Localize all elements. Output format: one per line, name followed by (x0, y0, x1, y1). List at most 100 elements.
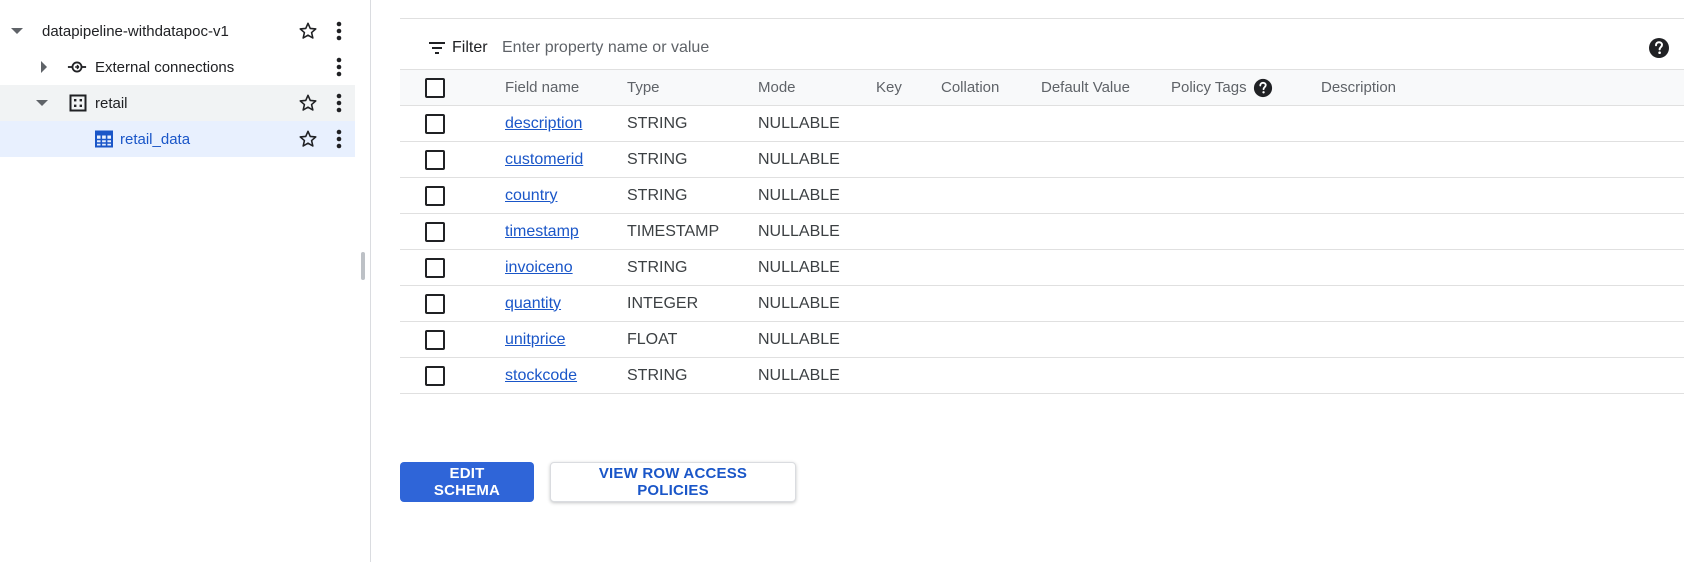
field-key (876, 105, 941, 142)
filter-label: Filter (452, 39, 488, 56)
field-policy-tags (1171, 285, 1321, 322)
field-mode: NULLABLE (758, 249, 876, 286)
row-checkbox[interactable] (425, 257, 445, 278)
column-header-policy-tags[interactable]: Policy Tags (1171, 78, 1247, 95)
more-vert-icon[interactable] (328, 20, 350, 42)
edit-schema-button[interactable]: EDIT SCHEMA (400, 462, 534, 502)
table-row: description STRING NULLABLE (400, 105, 1684, 142)
row-checkbox[interactable] (425, 185, 445, 206)
row-checkbox[interactable] (425, 365, 445, 386)
row-checkbox[interactable] (425, 113, 445, 134)
field-name-link[interactable]: timestamp (505, 223, 579, 240)
field-policy-tags (1171, 357, 1321, 394)
field-type: STRING (627, 141, 758, 178)
filter-input[interactable] (502, 34, 1102, 62)
field-default-value (1041, 213, 1171, 250)
field-collation (941, 357, 1041, 394)
field-description (1321, 213, 1684, 250)
caret-right-icon[interactable] (36, 59, 52, 75)
field-name-link[interactable]: quantity (505, 295, 561, 312)
column-header-key[interactable]: Key (876, 69, 941, 106)
field-mode: NULLABLE (758, 177, 876, 214)
help-icon[interactable] (1253, 78, 1273, 98)
table-row: stockcode STRING NULLABLE (400, 357, 1684, 394)
field-key (876, 321, 941, 358)
tree-item-label: retail (95, 94, 128, 112)
field-key (876, 213, 941, 250)
tree-item-external-connections[interactable]: External connections (0, 49, 355, 85)
filter-list-icon (427, 38, 447, 58)
panel-resize-handle[interactable] (361, 252, 365, 280)
star-icon[interactable] (297, 92, 319, 114)
tree-item-dataset-retail[interactable]: retail (0, 85, 355, 121)
column-header-type[interactable]: Type (627, 69, 758, 106)
field-key (876, 285, 941, 322)
table-row: country STRING NULLABLE (400, 177, 1684, 214)
field-default-value (1041, 357, 1171, 394)
field-name-link[interactable]: stockcode (505, 367, 577, 384)
column-header-collation[interactable]: Collation (941, 69, 1041, 106)
field-policy-tags (1171, 105, 1321, 142)
column-header-default-value[interactable]: Default Value (1041, 69, 1171, 106)
more-vert-icon[interactable] (328, 56, 350, 78)
column-header-field-name[interactable]: Field name (505, 69, 627, 106)
field-default-value (1041, 321, 1171, 358)
tree-item-table-retail-data[interactable]: retail_data (0, 121, 355, 157)
select-all-checkbox[interactable] (425, 77, 445, 98)
more-vert-icon[interactable] (328, 92, 350, 114)
field-type: FLOAT (627, 321, 758, 358)
field-mode: NULLABLE (758, 141, 876, 178)
field-collation (941, 321, 1041, 358)
row-checkbox[interactable] (425, 329, 445, 350)
field-policy-tags (1171, 321, 1321, 358)
column-header-mode[interactable]: Mode (758, 69, 876, 106)
table-icon (94, 129, 114, 149)
table-row: invoiceno STRING NULLABLE (400, 249, 1684, 286)
field-type: INTEGER (627, 285, 758, 322)
explorer-panel: datapipeline-withdatapoc-v1 External con… (0, 0, 371, 562)
field-default-value (1041, 285, 1171, 322)
field-name-link[interactable]: country (505, 187, 557, 204)
tree-item-label: retail_data (120, 130, 191, 148)
field-default-value (1041, 105, 1171, 142)
field-type: STRING (627, 177, 758, 214)
field-collation (941, 213, 1041, 250)
row-checkbox[interactable] (425, 293, 445, 314)
view-row-access-policies-button[interactable]: VIEW ROW ACCESS POLICIES (550, 462, 796, 502)
schema-table: Field name Type Mode Key Collation Defau… (400, 69, 1684, 394)
help-icon[interactable] (1648, 37, 1670, 59)
table-row: customerid STRING NULLABLE (400, 141, 1684, 178)
more-vert-icon[interactable] (328, 128, 350, 150)
field-mode: NULLABLE (758, 357, 876, 394)
field-description (1321, 285, 1684, 322)
caret-down-icon[interactable] (9, 23, 25, 39)
field-name-link[interactable]: unitprice (505, 331, 565, 348)
table-row: quantity INTEGER NULLABLE (400, 285, 1684, 322)
field-type: STRING (627, 249, 758, 286)
star-icon[interactable] (297, 20, 319, 42)
field-key (876, 357, 941, 394)
field-name-link[interactable]: description (505, 115, 582, 132)
star-icon[interactable] (297, 128, 319, 150)
row-checkbox[interactable] (425, 149, 445, 170)
field-key (876, 177, 941, 214)
caret-down-icon[interactable] (34, 95, 50, 111)
field-type: STRING (627, 105, 758, 142)
field-key (876, 249, 941, 286)
field-mode: NULLABLE (758, 321, 876, 358)
field-name-link[interactable]: customerid (505, 151, 583, 168)
field-collation (941, 249, 1041, 286)
field-collation (941, 141, 1041, 178)
table-row: timestamp TIMESTAMP NULLABLE (400, 213, 1684, 250)
field-policy-tags (1171, 141, 1321, 178)
schema-panel: Filter Field name Type Mode Key Collatio… (372, 0, 1684, 562)
tree-item-project[interactable]: datapipeline-withdatapoc-v1 (0, 13, 355, 49)
table-row: unitprice FLOAT NULLABLE (400, 321, 1684, 358)
column-header-description[interactable]: Description (1321, 69, 1684, 106)
field-collation (941, 285, 1041, 322)
tree-item-label: datapipeline-withdatapoc-v1 (42, 22, 229, 40)
field-name-link[interactable]: invoiceno (505, 259, 573, 276)
field-mode: NULLABLE (758, 285, 876, 322)
row-checkbox[interactable] (425, 221, 445, 242)
external-connection-icon (67, 57, 87, 77)
